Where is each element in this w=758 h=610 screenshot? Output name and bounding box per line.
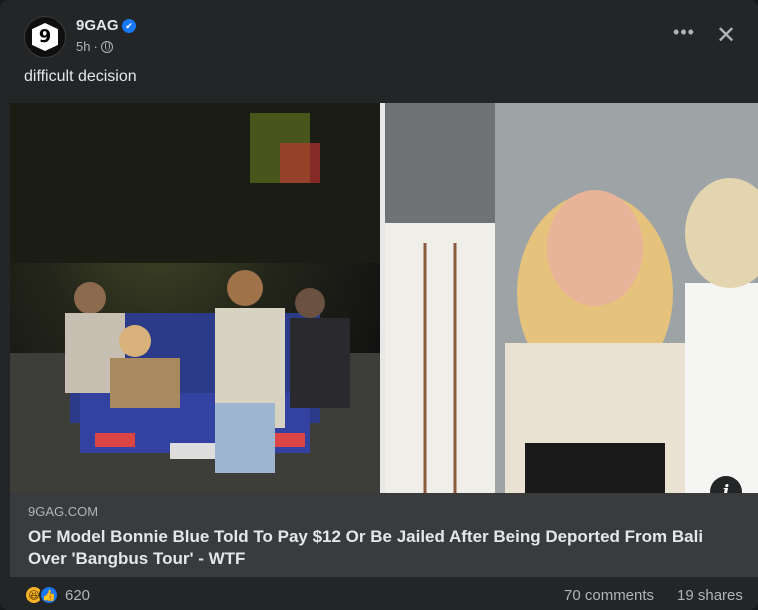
post-image[interactable] [10, 103, 758, 493]
more-options-icon[interactable]: ••• [668, 22, 700, 50]
meta-separator: · [93, 39, 98, 54]
shares-count-link[interactable]: 19 shares [677, 587, 743, 604]
close-icon[interactable]: ✕ [710, 20, 742, 52]
page-avatar[interactable]: 9 [24, 16, 66, 58]
page-name[interactable]: 9GAG [76, 17, 119, 34]
link-domain: 9GAG.COM [28, 504, 99, 519]
post-header: 9 9GAG ✔ 5h · ••• ✕ [0, 0, 758, 62]
image-left-panel [10, 103, 380, 493]
post-footer: 😆 👍 620 70 comments 19 shares [0, 577, 758, 610]
verified-badge-icon: ✔ [122, 19, 136, 33]
post-card: 9 9GAG ✔ 5h · ••• ✕ difficult decision i… [0, 0, 758, 610]
comments-count-link[interactable]: 70 comments [564, 587, 654, 604]
street-scene-illustration [10, 103, 380, 493]
post-caption: difficult decision [24, 68, 137, 85]
link-preview[interactable]: 9GAG.COM OF Model Bonnie Blue Told To Pa… [10, 493, 758, 577]
image-right-panel [385, 103, 758, 493]
globe-icon [100, 40, 113, 53]
post-time[interactable]: 5h [76, 39, 90, 54]
portrait-illustration [385, 103, 758, 493]
reactions-summary[interactable]: 😆 👍 620 [24, 585, 90, 605]
link-title[interactable]: OF Model Bonnie Blue Told To Pay $12 Or … [28, 526, 728, 570]
reaction-count: 620 [65, 586, 91, 604]
post-meta: 5h · [76, 39, 113, 54]
9gag-logo: 9 [32, 23, 58, 51]
like-reaction-icon: 👍 [39, 585, 59, 605]
